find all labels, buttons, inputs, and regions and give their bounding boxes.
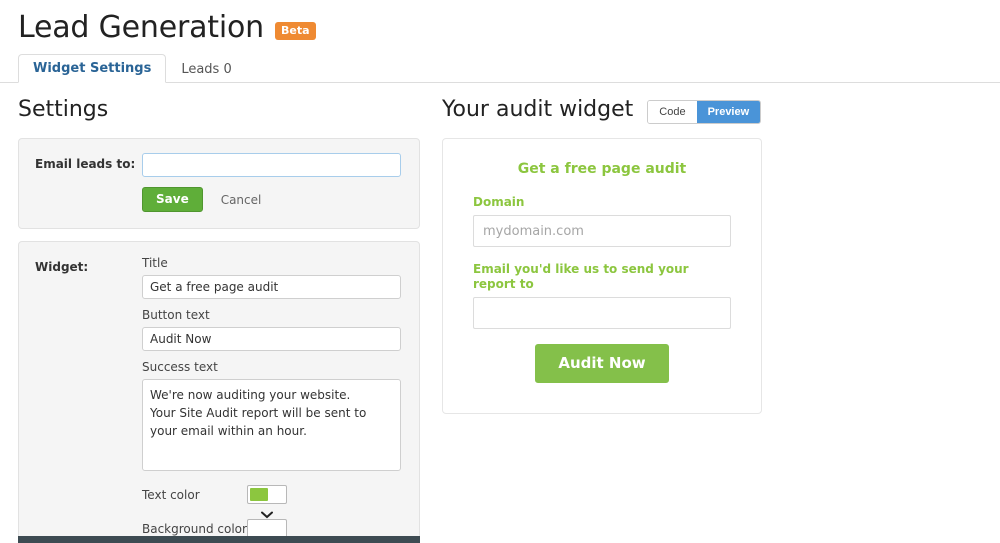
tab-bar: Widget Settings Leads 0: [0, 54, 1000, 83]
button-text-field-block: Button text: [142, 308, 403, 351]
widget-preview-email-label: Email you'd like us to send your report …: [473, 262, 689, 291]
text-color-row: Text color: [142, 485, 403, 519]
success-text-field-block: Success text We're now auditing your web…: [142, 360, 403, 471]
color-picker-group: Text color Background color: [142, 485, 403, 543]
page-title: Lead Generation: [18, 10, 264, 45]
preview-column: Your audit widget Code Preview Get a fre…: [420, 95, 980, 543]
preview-heading-row: Your audit widget Code Preview: [442, 95, 980, 125]
background-color-swatch: [250, 522, 268, 535]
widget-success-text-textarea[interactable]: We're now auditing your website. Your Si…: [142, 379, 401, 471]
settings-heading: Settings: [18, 97, 109, 122]
widget-panel-body: Title Button text Success text We're now…: [142, 256, 403, 543]
text-color-label: Text color: [142, 488, 200, 502]
widget-button-text-input[interactable]: [142, 327, 401, 351]
toggle-preview-button[interactable]: Preview: [696, 101, 761, 123]
audit-widget-preview-card: Get a free page audit Domain Email you'd…: [442, 138, 762, 414]
page-header: Lead Generation Beta: [0, 0, 1000, 46]
email-leads-body: Save Cancel: [142, 153, 403, 212]
text-color-swatch-box[interactable]: [247, 485, 287, 504]
widget-preview-email-input[interactable]: [473, 297, 731, 329]
email-leads-input[interactable]: [142, 153, 401, 177]
email-leads-panel: Email leads to: Save Cancel: [18, 138, 420, 229]
widget-preview-domain-label: Domain: [473, 195, 525, 209]
settings-heading-row: Settings: [18, 95, 420, 125]
widget-panel-label: Widget:: [35, 260, 89, 274]
tab-leads[interactable]: Leads 0: [166, 55, 246, 83]
settings-column: Settings Email leads to: Save Cancel Wid…: [0, 95, 420, 543]
email-save-button[interactable]: Save: [142, 187, 203, 212]
widget-settings-panel: Widget: Title Button text Success text W…: [18, 241, 420, 543]
button-text-field-label: Button text: [142, 308, 210, 322]
widget-preview-title: Get a free page audit: [517, 161, 687, 177]
beta-badge: Beta: [274, 22, 316, 40]
content-columns: Settings Email leads to: Save Cancel Wid…: [0, 83, 1000, 543]
email-leads-actions: Save Cancel: [142, 187, 403, 212]
widget-preview-audit-now-button[interactable]: Audit Now: [535, 344, 669, 383]
widget-title-input[interactable]: [142, 275, 401, 299]
lead-generation-page: Lead Generation Beta Widget Settings Lea…: [0, 0, 1000, 543]
title-field-block: Title: [142, 256, 403, 299]
text-color-swatch: [250, 488, 268, 501]
code-preview-toggle: Code Preview: [647, 100, 762, 124]
toggle-code-button[interactable]: Code: [648, 101, 697, 123]
horizontal-scrollbar[interactable]: [18, 536, 420, 543]
email-leads-label: Email leads to:: [35, 157, 136, 171]
email-cancel-button[interactable]: Cancel: [213, 189, 270, 211]
title-field-label: Title: [142, 256, 168, 270]
preview-heading: Your audit widget: [442, 97, 634, 122]
success-text-field-label: Success text: [142, 360, 218, 374]
widget-preview-button-wrap: Audit Now: [473, 344, 731, 383]
widget-preview-domain-input[interactable]: [473, 215, 731, 247]
tab-widget-settings[interactable]: Widget Settings: [18, 54, 167, 83]
text-color-picker[interactable]: [247, 485, 287, 519]
chevron-down-icon[interactable]: [261, 504, 273, 519]
